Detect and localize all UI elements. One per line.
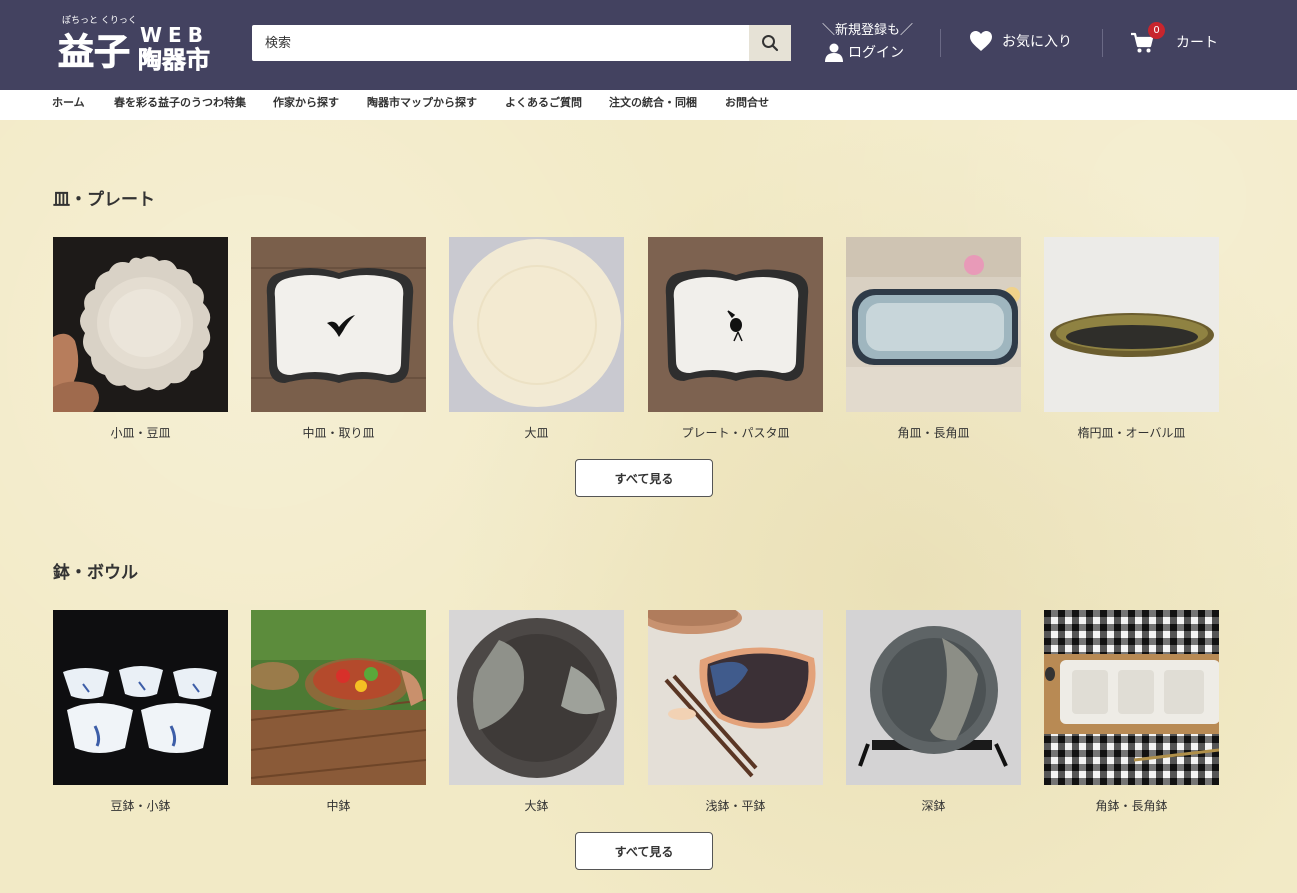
- see-all-bowls-button[interactable]: すべて見る: [575, 832, 713, 870]
- category-image-small-bowl: [53, 610, 228, 785]
- category-card-large-bowl[interactable]: 大鉢: [449, 610, 624, 813]
- category-image-deep-bowl: [846, 610, 1021, 785]
- nav-item-artists[interactable]: 作家から探す: [273, 96, 339, 110]
- category-card-medium-bowl[interactable]: 中鉢: [251, 610, 426, 813]
- category-label: 角鉢・長角鉢: [1095, 799, 1168, 813]
- cart-label: カート: [1176, 35, 1218, 51]
- category-label: 浅鉢・平鉢: [705, 799, 766, 813]
- user-icon: [825, 43, 843, 62]
- section-title-plates: 皿・プレート: [53, 190, 155, 210]
- category-label: 豆鉢・小鉢: [110, 799, 171, 813]
- favorites-link[interactable]: お気に入り: [969, 30, 1072, 52]
- category-image-large-bowl: [449, 610, 624, 785]
- category-card-square-plate[interactable]: 角皿・長角皿: [846, 237, 1021, 440]
- see-all-plates-button[interactable]: すべて見る: [575, 459, 713, 497]
- logo-text-web: WEB: [140, 23, 209, 47]
- nav-item-map[interactable]: 陶器市マップから探す: [367, 96, 477, 110]
- register-prompt: ＼新規登録も／: [822, 23, 914, 38]
- category-card-square-bowl[interactable]: 角鉢・長角鉢: [1044, 610, 1219, 813]
- heart-icon: [970, 31, 992, 51]
- nav-item-home[interactable]: ホーム: [52, 96, 85, 110]
- category-label: 大皿: [524, 426, 549, 440]
- logo-ruby: ぽちっと くりっく: [62, 15, 137, 26]
- category-image-small-plate: [53, 237, 228, 412]
- category-label: 深鉢: [921, 799, 946, 813]
- nav-item-faq[interactable]: よくあるご質問: [505, 96, 582, 110]
- category-label: 楕円皿・オーバル皿: [1077, 426, 1186, 440]
- category-label: 角皿・長角皿: [897, 426, 970, 440]
- search-input[interactable]: [252, 25, 749, 61]
- category-image-large-plate: [449, 237, 624, 412]
- category-card-large-plate[interactable]: 大皿: [449, 237, 624, 440]
- header-divider: [1102, 29, 1103, 57]
- category-card-small-plate[interactable]: 小皿・豆皿: [53, 237, 228, 440]
- search-box: [252, 25, 791, 61]
- category-card-pasta-plate[interactable]: プレート・パスタ皿: [648, 237, 823, 440]
- main-nav: ホーム 春を彩る益子のうつわ特集 作家から探す 陶器市マップから探す よくあるご…: [0, 90, 1297, 120]
- category-card-medium-plate[interactable]: 中皿・取り皿: [251, 237, 426, 440]
- search-icon: [762, 35, 779, 52]
- site-logo[interactable]: ぽちっと くりっく 益子 WEB 陶器市: [58, 12, 223, 74]
- section-title-bowls: 鉢・ボウル: [53, 563, 138, 583]
- nav-item-spring-feature[interactable]: 春を彩る益子のうつわ特集: [114, 96, 246, 110]
- header-divider: [940, 29, 941, 57]
- category-card-oval-plate[interactable]: 楕円皿・オーバル皿: [1044, 237, 1219, 440]
- nav-item-contact[interactable]: お問合せ: [725, 96, 769, 110]
- favorites-label: お気に入り: [1002, 34, 1072, 50]
- category-image-medium-bowl: [251, 610, 426, 785]
- category-image-pasta-plate: [648, 237, 823, 412]
- category-label: 中皿・取り皿: [302, 426, 375, 440]
- cart-link[interactable]: 0 カート: [1130, 22, 1230, 62]
- category-image-medium-plate: [251, 237, 426, 412]
- category-label: 小皿・豆皿: [110, 426, 171, 440]
- category-label: 大鉢: [524, 799, 549, 813]
- category-label: プレート・パスタ皿: [681, 426, 790, 440]
- search-button[interactable]: [749, 25, 791, 61]
- category-image-square-bowl: [1044, 610, 1219, 785]
- category-image-square-plate: [846, 237, 1021, 412]
- category-image-shallow-bowl: [648, 610, 823, 785]
- category-card-shallow-bowl[interactable]: 浅鉢・平鉢: [648, 610, 823, 813]
- cart-count-badge: 0: [1148, 22, 1165, 39]
- category-label: 中鉢: [326, 799, 351, 813]
- logo-text-tokiichi: 陶器市: [138, 45, 210, 74]
- site-header: ぽちっと くりっく 益子 WEB 陶器市 ＼新規登録も／ ログイン お気に入り: [0, 0, 1297, 90]
- category-image-oval-plate: [1044, 237, 1219, 412]
- nav-item-order-merge[interactable]: 注文の統合・同梱: [609, 96, 697, 110]
- register-login-link[interactable]: ＼新規登録も／ ログイン: [822, 22, 922, 66]
- category-card-deep-bowl[interactable]: 深鉢: [846, 610, 1021, 813]
- logo-text-masuko: 益子: [58, 31, 130, 73]
- login-label: ログイン: [848, 45, 904, 61]
- category-card-small-bowl[interactable]: 豆鉢・小鉢: [53, 610, 228, 813]
